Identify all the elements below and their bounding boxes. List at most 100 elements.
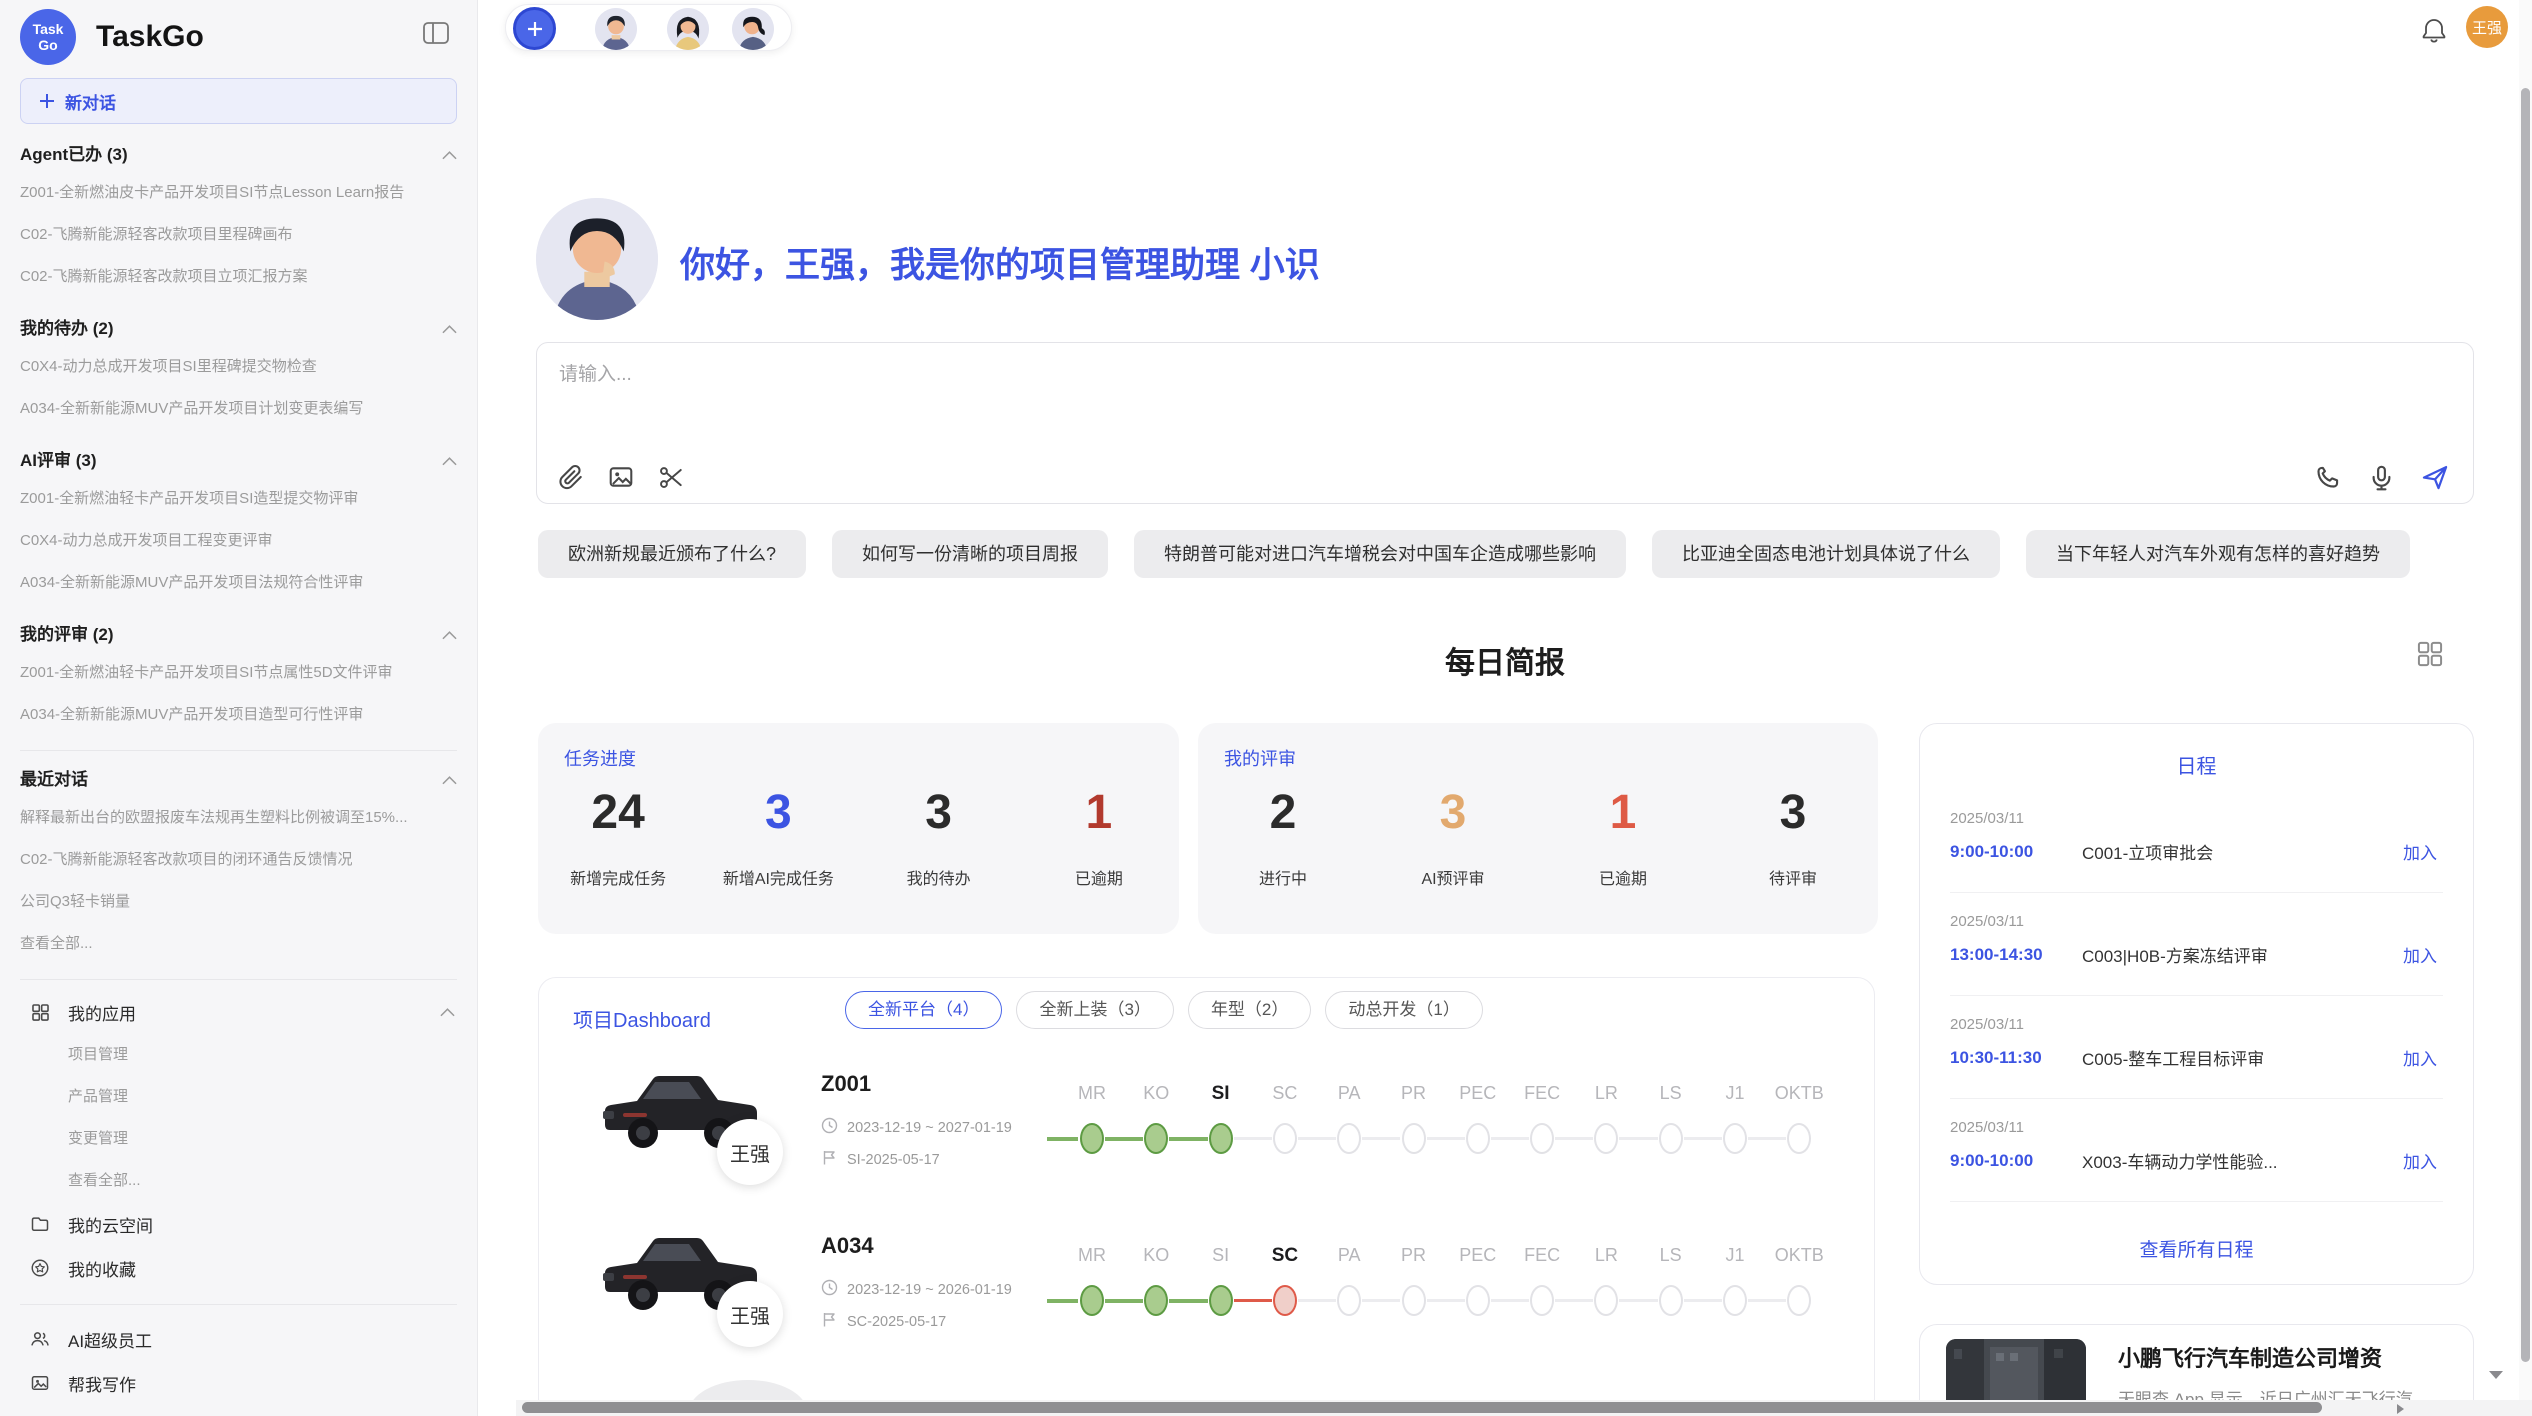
sidebar-collapse-icon[interactable]: [423, 22, 449, 49]
chevron-up-icon[interactable]: [442, 138, 457, 172]
conversation-avatar[interactable]: [595, 8, 637, 50]
suggestion-chip[interactable]: 特朗普可能对进口汽车增税会对中国车企造成哪些影响: [1134, 530, 1626, 578]
chevron-up-icon[interactable]: [440, 1002, 455, 1022]
scroll-right-icon[interactable]: [2394, 1402, 2406, 1416]
chat-input[interactable]: [559, 359, 2419, 443]
milestone-dot[interactable]: [1337, 1123, 1361, 1154]
sidebar-item[interactable]: Z001-全新燃油皮卡产品开发项目SI节点Lesson Learn报告: [20, 172, 457, 214]
conversation-avatar[interactable]: [667, 8, 709, 50]
microphone-icon[interactable]: [2367, 463, 2395, 491]
chevron-up-icon[interactable]: [442, 763, 457, 797]
horizontal-scrollbar-thumb[interactable]: [522, 1402, 2322, 1413]
milestone-dot[interactable]: [1530, 1285, 1554, 1316]
sidebar-item[interactable]: A034-全新新能源MUV产品开发项目法规符合性评审: [20, 562, 457, 604]
sidebar-item[interactable]: C02-飞腾新能源轻客改款项目里程碑画布: [20, 214, 457, 256]
milestone-dot[interactable]: [1659, 1123, 1683, 1154]
layout-grid-icon[interactable]: [2416, 640, 2444, 668]
chevron-up-icon[interactable]: [442, 312, 457, 346]
sidebar-item[interactable]: A034-全新新能源MUV产品开发项目造型可行性评审: [20, 694, 457, 736]
chevron-up-icon[interactable]: [442, 618, 457, 652]
sidebar-tool-item[interactable]: 创意制图: [20, 1405, 457, 1416]
sidebar-section-header[interactable]: 我的评审 (2): [20, 618, 457, 652]
view-all-conversations-link[interactable]: 查看全部...: [20, 923, 457, 965]
view-all-apps-link[interactable]: 查看全部...: [20, 1160, 457, 1202]
milestone-dot[interactable]: [1659, 1285, 1683, 1316]
conversation-avatar[interactable]: [732, 8, 774, 50]
milestone-dot[interactable]: [1787, 1285, 1811, 1316]
milestone-dot[interactable]: [1209, 1285, 1233, 1316]
dashboard-tab[interactable]: 全新上装（3）: [1016, 991, 1173, 1029]
scissors-icon[interactable]: [657, 463, 685, 491]
paperclip-icon[interactable]: [557, 463, 585, 491]
milestone-dot[interactable]: [1402, 1285, 1426, 1316]
sidebar-section-header[interactable]: Agent已办 (3): [20, 138, 457, 172]
milestone-dot[interactable]: [1209, 1123, 1233, 1154]
join-meeting-link[interactable]: 加入: [2403, 1045, 2437, 1070]
milestone-dot[interactable]: [1144, 1123, 1168, 1154]
milestone-dot[interactable]: [1273, 1285, 1297, 1316]
milestone-label: KO: [1124, 1245, 1188, 1266]
app-sub-item[interactable]: 产品管理: [20, 1076, 457, 1118]
milestone-dot[interactable]: [1144, 1285, 1168, 1316]
chevron-up-icon[interactable]: [442, 444, 457, 478]
sidebar-section-header[interactable]: 最近对话: [20, 763, 457, 797]
milestone-dot[interactable]: [1594, 1123, 1618, 1154]
notification-bell-icon[interactable]: [2420, 16, 2448, 44]
join-meeting-link[interactable]: 加入: [2403, 942, 2437, 967]
send-icon[interactable]: [2421, 463, 2449, 491]
sidebar-item[interactable]: C0X4-动力总成开发项目工程变更评审: [20, 520, 457, 562]
sidebar-section-header[interactable]: AI评审 (3): [20, 444, 457, 478]
view-all-schedule-link[interactable]: 查看所有日程: [1920, 1235, 2473, 1262]
suggestion-chip[interactable]: 比亚迪全固态电池计划具体说了什么: [1652, 530, 2000, 578]
sidebar-section-header[interactable]: 我的待办 (2): [20, 312, 457, 346]
sidebar-tool-item[interactable]: AI超级员工: [20, 1317, 457, 1361]
milestone-dot[interactable]: [1723, 1123, 1747, 1154]
milestone-dot[interactable]: [1080, 1285, 1104, 1316]
vertical-scrollbar-thumb[interactable]: [2521, 88, 2530, 1362]
suggestion-chip[interactable]: 欧洲新规最近颁布了什么?: [538, 530, 806, 578]
app-sub-item[interactable]: 变更管理: [20, 1118, 457, 1160]
schedule-event-name: C005-整车工程目标评审: [2082, 1045, 2403, 1070]
app-sub-item[interactable]: 项目管理: [20, 1034, 457, 1076]
join-meeting-link[interactable]: 加入: [2403, 1148, 2437, 1173]
join-meeting-link[interactable]: 加入: [2403, 839, 2437, 864]
project-row[interactable]: 王强 A034 2023-12-19 ~ 2026-01-19 SC-2025-…: [539, 1215, 1875, 1377]
recent-conversation-item[interactable]: C02-飞腾新能源轻客改款项目的闭环通告反馈情况: [20, 839, 457, 881]
project-row[interactable]: 王强 Z001 2023-12-19 ~ 2027-01-19 SI-2025-…: [539, 1053, 1875, 1215]
sidebar-item[interactable]: C02-飞腾新能源轻客改款项目立项汇报方案: [20, 256, 457, 298]
milestone-dot[interactable]: [1466, 1285, 1490, 1316]
sidebar-item-my-apps[interactable]: 我的应用: [20, 990, 457, 1034]
sidebar-item[interactable]: A034-全新新能源MUV产品开发项目计划变更表编写: [20, 388, 457, 430]
schedule-item: 2025/03/11 9:00-10:00 C001-立项审批会 加入: [1950, 790, 2443, 893]
sidebar-item[interactable]: Z001-全新燃油轻卡产品开发项目SI造型提交物评审: [20, 478, 457, 520]
milestone-dot[interactable]: [1337, 1285, 1361, 1316]
milestone-dot[interactable]: [1787, 1123, 1811, 1154]
milestone-dot[interactable]: [1273, 1123, 1297, 1154]
section-label: Agent已办 (3): [20, 138, 128, 172]
milestone-label: J1: [1703, 1245, 1767, 1266]
phone-icon[interactable]: [2313, 463, 2341, 491]
sidebar-item[interactable]: C0X4-动力总成开发项目SI里程碑提交物检查: [20, 346, 457, 388]
image-icon[interactable]: [607, 463, 635, 491]
new-chat-button[interactable]: 新对话: [20, 78, 457, 124]
milestone-dot[interactable]: [1723, 1285, 1747, 1316]
new-conversation-button[interactable]: [513, 7, 556, 50]
suggestion-chip[interactable]: 当下年轻人对汽车外观有怎样的喜好趋势: [2026, 530, 2410, 578]
dashboard-tab[interactable]: 动总开发（1）: [1325, 991, 1482, 1029]
recent-conversation-item[interactable]: 公司Q3轻卡销量: [20, 881, 457, 923]
milestone-dot[interactable]: [1594, 1285, 1618, 1316]
milestone-dot[interactable]: [1466, 1123, 1490, 1154]
sidebar-item-folder-icon[interactable]: 我的云空间: [20, 1202, 457, 1246]
sidebar-item-star-icon[interactable]: 我的收藏: [20, 1246, 457, 1290]
dashboard-tab[interactable]: 年型（2）: [1188, 991, 1311, 1029]
recent-conversation-item[interactable]: 解释最新出台的欧盟报废车法规再生塑料比例被调至15%...: [20, 797, 457, 839]
milestone-dot[interactable]: [1402, 1123, 1426, 1154]
milestone-dot[interactable]: [1530, 1123, 1554, 1154]
user-avatar[interactable]: 王强: [2466, 6, 2508, 48]
milestone-dot[interactable]: [1080, 1123, 1104, 1154]
dashboard-tab[interactable]: 全新平台（4）: [845, 991, 1002, 1029]
scroll-down-icon[interactable]: [2487, 1368, 2505, 1386]
sidebar-item[interactable]: Z001-全新燃油轻卡产品开发项目SI节点属性5D文件评审: [20, 652, 457, 694]
sidebar-tool-item[interactable]: 帮我写作: [20, 1361, 457, 1405]
suggestion-chip[interactable]: 如何写一份清晰的项目周报: [832, 530, 1108, 578]
